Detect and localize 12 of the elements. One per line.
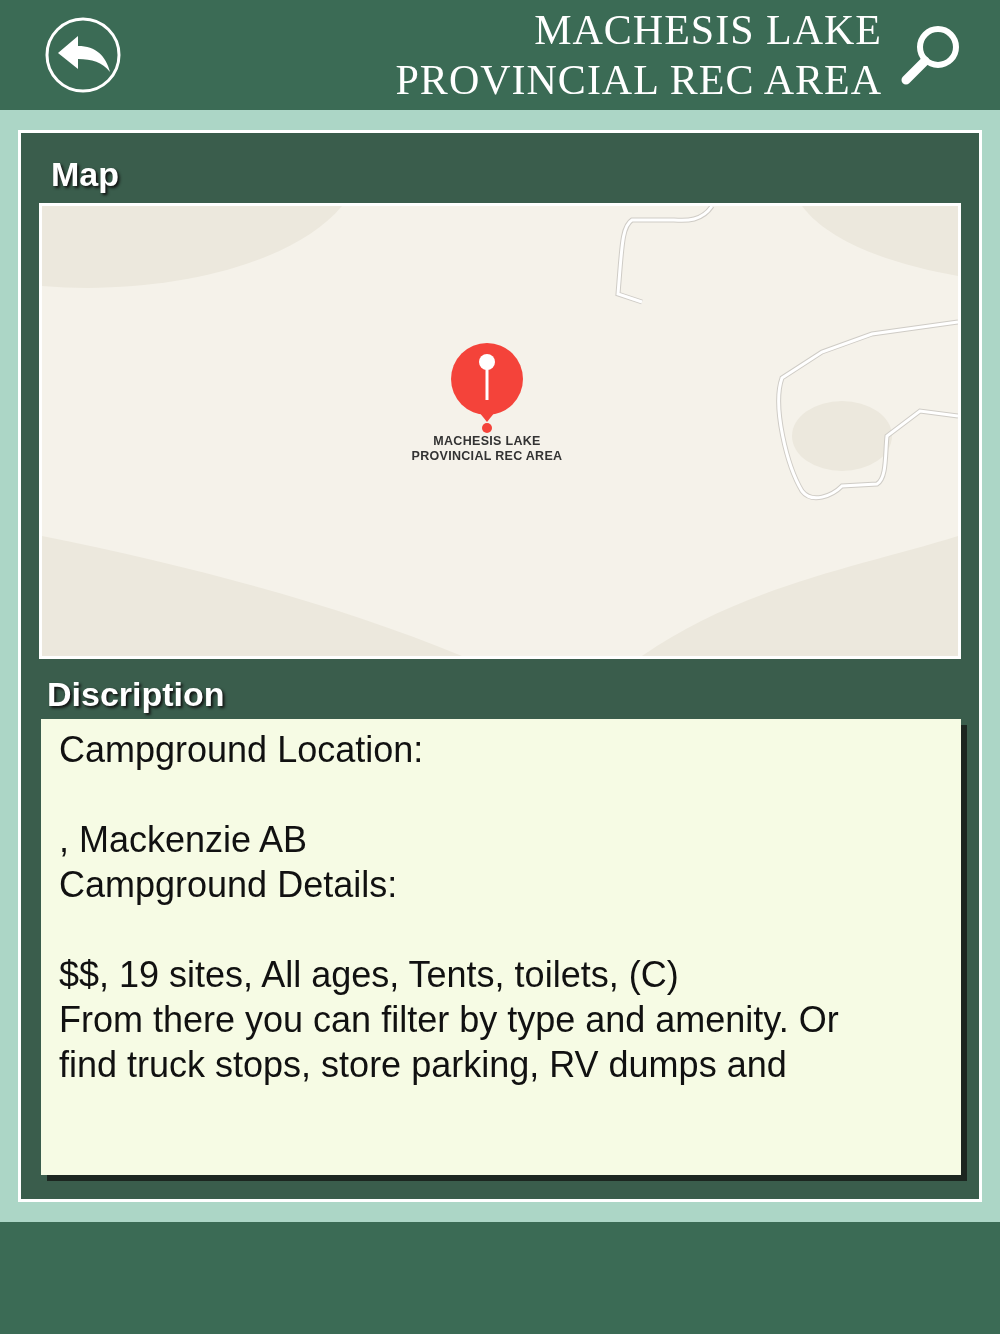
description-text: $$, 19 sites, All ages, Tents, toilets, (C) — [59, 953, 680, 997]
page-title: MACHESIS LAKE PROVINCIAL REC AREA — [395, 6, 882, 105]
map-pin-label: MACHESIS LAKE PROVINCIAL REC AREA — [411, 434, 563, 464]
map[interactable]: MACHESIS LAKE PROVINCIAL REC AREA — [39, 203, 961, 659]
map-pin-icon[interactable] — [449, 342, 525, 434]
section-heading: Map — [50, 154, 120, 195]
description-text: Campground Details: — [59, 863, 399, 907]
description-text: Campground Location: — [59, 728, 425, 772]
description-text: , Mackenzie AB — [59, 818, 309, 862]
section-heading: Discription — [46, 674, 226, 715]
back-icon[interactable] — [44, 16, 122, 94]
description-text: From there you can filter by type and amenity. Or find truck stops, store parking, RV dumps and — [59, 998, 840, 1087]
